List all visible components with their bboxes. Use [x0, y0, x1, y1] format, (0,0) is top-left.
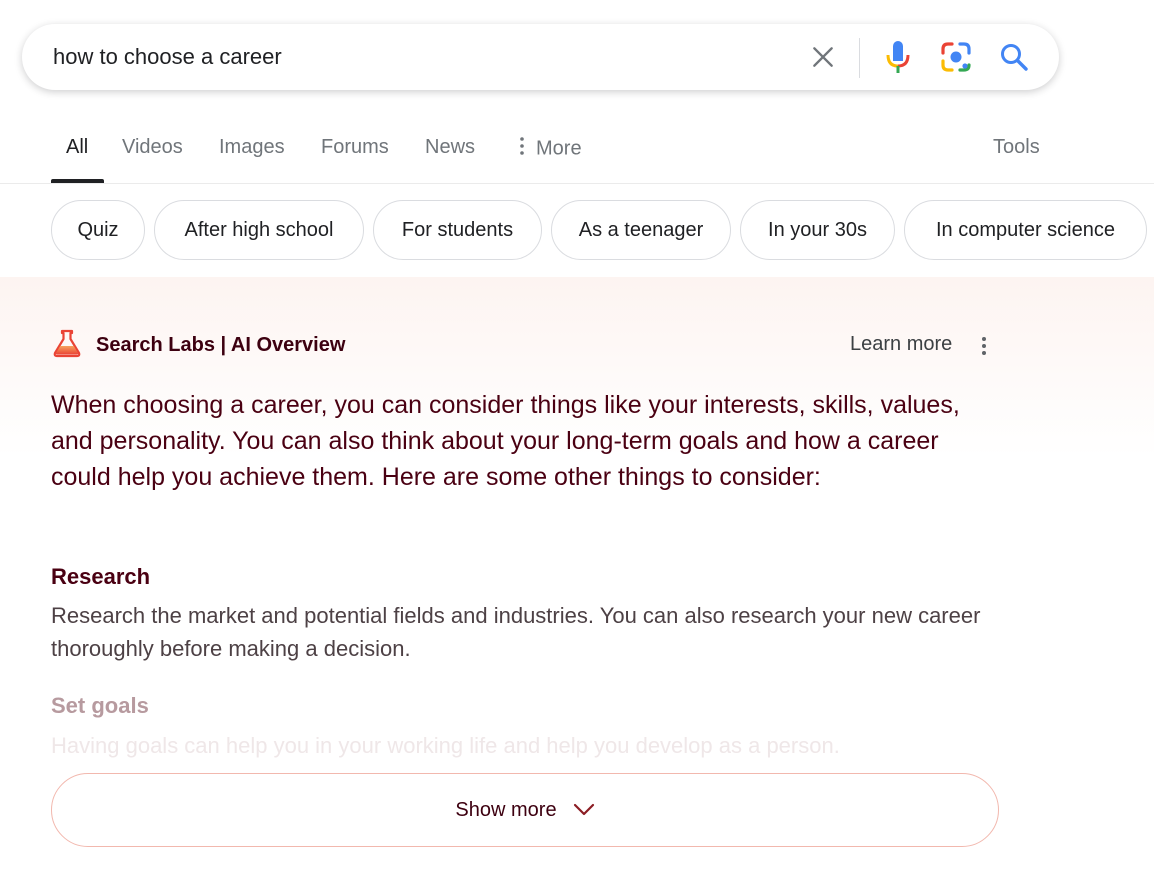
- search-tabs: All Videos Images Forums News More Tools: [0, 118, 1154, 184]
- chip-for-students[interactable]: For students: [373, 200, 542, 260]
- tab-news[interactable]: News: [425, 136, 475, 159]
- microphone-icon[interactable]: [880, 24, 916, 90]
- section-heading-research: Research: [51, 564, 151, 589]
- ai-overview-summary: When choosing a career, you can consider…: [51, 391, 960, 491]
- active-tab-indicator: [51, 179, 104, 183]
- chip-in-computer-science[interactable]: In computer science: [904, 200, 1147, 260]
- search-bar: [22, 24, 1059, 90]
- more-options-icon[interactable]: [972, 333, 996, 359]
- section-heading-set-goals: Set goals: [51, 693, 149, 718]
- tab-images[interactable]: Images: [219, 136, 285, 159]
- show-more-label: Show more: [455, 798, 557, 821]
- search-input[interactable]: [53, 24, 793, 90]
- ai-overview-header: Search Labs | AI Overview: [52, 329, 345, 361]
- chip-quiz[interactable]: Quiz: [51, 200, 145, 260]
- chevron-down-icon: [573, 803, 595, 817]
- ai-overview-title: Search Labs | AI Overview: [96, 333, 346, 356]
- search-bar-divider: [859, 38, 860, 78]
- tab-more-label: More: [536, 137, 582, 160]
- chip-as-a-teenager[interactable]: As a teenager: [551, 200, 731, 260]
- close-icon[interactable]: [807, 24, 839, 90]
- tools-button[interactable]: Tools: [993, 136, 1040, 159]
- ai-overview-panel: Search Labs | AI Overview Learn more Whe…: [0, 277, 1154, 876]
- chip-after-high-school[interactable]: After high school: [154, 200, 364, 260]
- magnifier-icon[interactable]: [996, 24, 1032, 90]
- camera-lens-icon[interactable]: [938, 24, 974, 90]
- more-vert-icon: [518, 136, 526, 162]
- learn-more-link[interactable]: Learn more: [850, 333, 952, 356]
- tab-videos[interactable]: Videos: [122, 136, 183, 159]
- chip-in-your-30s[interactable]: In your 30s: [740, 200, 895, 260]
- tab-all[interactable]: All: [66, 136, 88, 159]
- section-body-research: Research the market and potential fields…: [51, 603, 981, 661]
- section-body-set-goals: Having goals can help you in your workin…: [51, 733, 840, 758]
- tab-forums[interactable]: Forums: [321, 136, 389, 159]
- show-more-button[interactable]: Show more: [51, 773, 999, 847]
- labs-flask-icon: [52, 328, 82, 363]
- tab-more[interactable]: More: [518, 136, 582, 162]
